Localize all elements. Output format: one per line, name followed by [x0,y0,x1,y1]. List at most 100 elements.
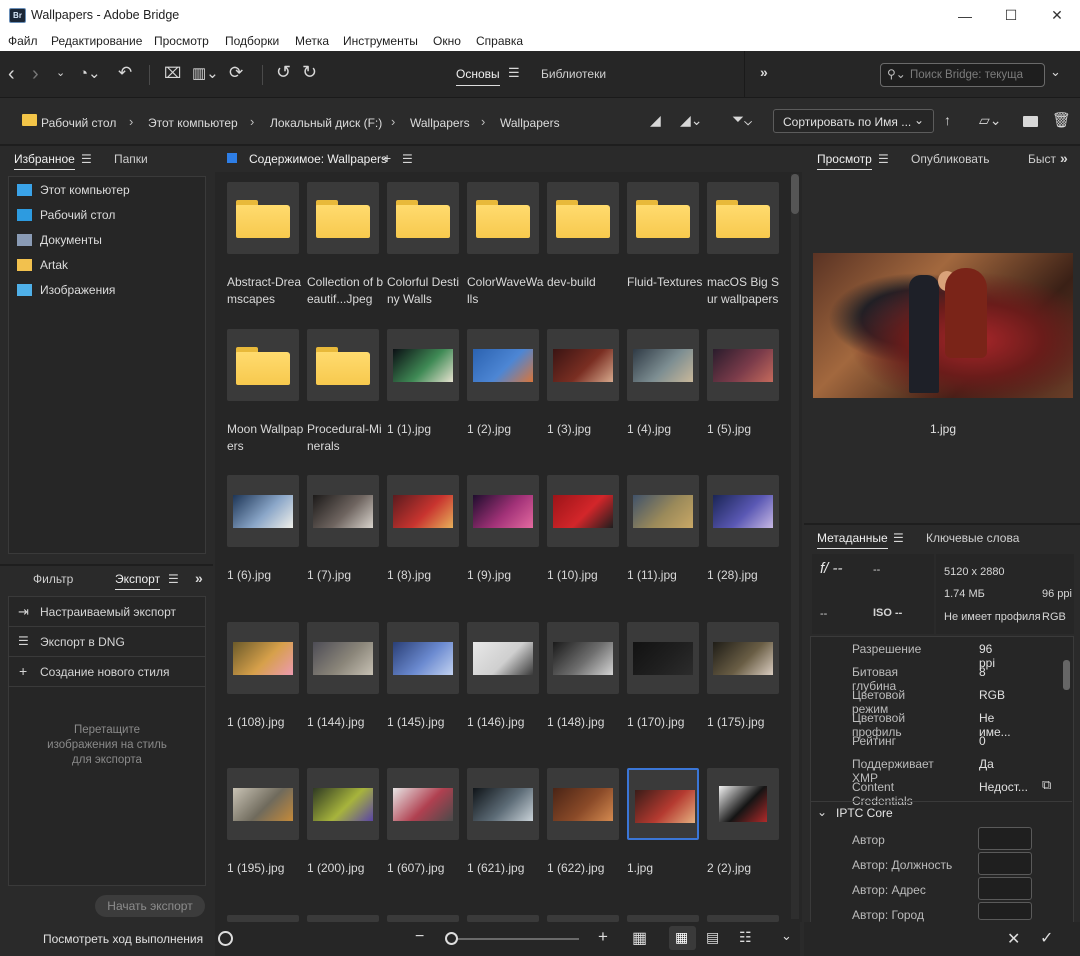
image-thumbnail[interactable] [227,621,299,694]
thumbnail-label[interactable]: 1 (9).jpg [467,567,545,584]
view-progress-link[interactable]: Посмотреть ход выполнения [43,932,203,946]
creative-cloud-icon[interactable]: ⟳ [229,63,243,83]
image-thumbnail[interactable] [307,621,379,694]
thumbnail-label[interactable]: 1 (5).jpg [707,421,785,438]
image-thumbnail[interactable] [227,768,299,840]
sort-dropdown[interactable]: Сортировать по Имя ... ⌄ [773,109,934,133]
image-thumbnail[interactable] [387,328,459,401]
iptc-address-field[interactable] [978,877,1032,900]
close-button[interactable]: ✕ [1034,0,1080,31]
more-workspaces-icon[interactable]: » [760,64,768,80]
image-thumbnail[interactable] [227,475,299,547]
thumbnail-label[interactable]: 1 (622).jpg [547,860,625,877]
image-thumbnail[interactable] [467,328,539,401]
image-thumbnail[interactable] [707,914,779,922]
panel-menu-icon[interactable]: ☰ [402,152,413,166]
start-export-button[interactable]: Начать экспорт [95,895,205,917]
workspace-menu-icon[interactable]: ☰ [508,65,520,81]
image-thumbnail[interactable] [627,914,699,922]
panel-menu-icon[interactable]: ☰ [878,152,889,166]
panel-menu-icon[interactable]: ☰ [168,572,179,586]
grid-lock-icon[interactable]: ▦ [632,928,647,948]
menu-tools[interactable]: Инструменты [343,34,418,48]
maximize-button[interactable]: ☐ [988,0,1034,31]
panel-menu-icon[interactable]: ☰ [893,531,904,545]
thumbnail-label[interactable]: dev-build [547,274,625,291]
thumbnail-label[interactable]: 1 (195).jpg [227,860,305,877]
panel-menu-icon[interactable]: ☰ [81,152,92,166]
favorite-documents[interactable]: Документы [17,233,102,247]
chevron-down-icon[interactable]: ⌄ [817,805,827,819]
list-view-icon[interactable]: ☷ [739,929,752,946]
new-preset-item[interactable]: + Создание нового стиля [9,657,205,687]
image-thumbnail[interactable] [307,768,379,840]
image-thumbnail[interactable] [387,621,459,694]
thumbnail-label[interactable]: 1 (621).jpg [467,860,545,877]
expand-panel-icon[interactable]: » [195,570,203,586]
image-thumbnail[interactable] [707,328,779,401]
thumbnail-label[interactable]: 1 (200).jpg [307,860,385,877]
external-link-icon[interactable]: ⧉ [1042,777,1051,793]
favorite-desktop[interactable]: Рабочий стол [17,208,115,222]
thumbnail-label[interactable]: Procedural-Minerals [307,421,385,455]
image-thumbnail[interactable] [467,914,539,922]
filter-icon[interactable]: ⏷⌄ [732,111,752,128]
thumbnail-label[interactable]: 1 (607).jpg [387,860,465,877]
metadata-scrollbar[interactable] [1063,660,1070,690]
rotate-left-icon[interactable]: ↺ [276,62,291,83]
thumbnail-label[interactable]: 1 (170).jpg [627,714,705,731]
vertical-scrollbar[interactable] [791,174,799,919]
folder-thumbnail[interactable] [227,182,299,254]
search-input[interactable]: Поиск Bridge: текуща [910,69,1023,81]
forward-icon[interactable]: › [32,63,39,86]
folder-thumbnail[interactable] [227,328,299,401]
image-thumbnail[interactable] [547,914,619,922]
folder-thumbnail[interactable] [387,182,459,254]
new-folder-icon[interactable] [1023,116,1038,127]
search-box[interactable]: ⚲⌄ Поиск Bridge: текуща [880,63,1045,87]
tab-quick[interactable]: Быст [1028,152,1056,166]
thumbnail-label[interactable]: 1 (146).jpg [467,714,545,731]
tab-filter[interactable]: Фильтр [33,572,73,586]
thumbnail-label[interactable]: 1 (145).jpg [387,714,465,731]
image-thumbnail[interactable] [707,475,779,547]
thumbnail-size-slider[interactable] [451,938,579,940]
thumbnail-label[interactable]: 1 (4).jpg [627,421,705,438]
tab-favorites[interactable]: Избранное [14,152,75,170]
image-thumbnail[interactable] [547,475,619,547]
search-dropdown-icon[interactable]: ⌄ [1050,64,1061,80]
scrollbar-thumb[interactable] [791,174,799,214]
thumbnail-label[interactable]: 1 (2).jpg [467,421,545,438]
tab-folders[interactable]: Папки [114,152,148,166]
thumbnail-label[interactable]: 1 (10).jpg [547,567,625,584]
camera-import-icon[interactable]: ⌧ [164,64,181,82]
image-thumbnail[interactable] [467,621,539,694]
image-thumbnail[interactable] [547,328,619,401]
thumbnail-label[interactable]: 1 (8).jpg [387,567,465,584]
image-thumbnail[interactable] [547,768,619,840]
folder-thumbnail[interactable] [307,328,379,401]
image-thumbnail[interactable] [707,621,779,694]
menu-help[interactable]: Справка [476,34,523,48]
image-thumbnail[interactable] [627,621,699,694]
thumbnail-label[interactable]: 1 (3).jpg [547,421,625,438]
folder-thumbnail[interactable] [307,182,379,254]
image-thumbnail[interactable] [227,914,299,922]
breadcrumb-desktop[interactable]: Рабочий стол [41,116,116,130]
favorite-artak[interactable]: Artak [17,258,68,272]
expand-panel-icon[interactable]: » [1060,150,1068,166]
folder-thumbnail[interactable] [547,182,619,254]
thumbnail-label[interactable]: 1 (175).jpg [707,714,785,731]
image-thumbnail[interactable] [467,768,539,840]
iptc-job-title-field[interactable] [978,852,1032,875]
image-thumbnail[interactable] [627,475,699,547]
preview-image[interactable] [813,253,1073,398]
menu-stacks[interactable]: Подборки [225,34,279,48]
export-dng-item[interactable]: ☰ Экспорт в DNG [9,627,205,657]
menu-file[interactable]: Файл [8,34,38,48]
tab-libraries[interactable]: Библиотеки [541,67,606,81]
iptc-author-field[interactable] [978,827,1032,850]
thumbnail-label[interactable]: ColorWaveWalls [467,274,545,308]
recent-folders-icon[interactable]: ▱⌄ [979,112,1002,129]
breadcrumb-this-pc[interactable]: Этот компьютер [148,116,238,130]
